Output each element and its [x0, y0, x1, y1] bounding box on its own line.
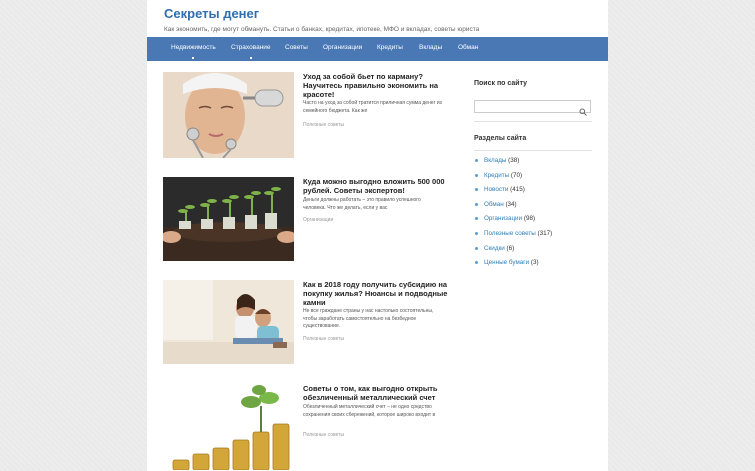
bullet-icon — [475, 217, 478, 221]
bullet-icon — [475, 159, 478, 162]
post-thumbnail[interactable] — [163, 177, 294, 263]
category-item[interactable]: Вклады (38) — [474, 157, 552, 172]
nav-label: Обман — [458, 44, 479, 51]
category-item[interactable]: Скидки (6) — [474, 245, 552, 260]
nav-label: Страхование — [231, 44, 271, 51]
nav-label: Кредиты — [377, 44, 403, 51]
nav-item-fraud[interactable]: Обман — [458, 37, 478, 61]
bullet-icon — [475, 246, 478, 250]
category-count: (70) — [510, 171, 523, 179]
nav-label: Организации — [323, 44, 363, 51]
bullet-icon — [475, 231, 478, 235]
nav-label: Советы — [285, 44, 308, 51]
post-thumbnail[interactable] — [163, 72, 294, 158]
nav-label: Недвижимость — [171, 44, 216, 51]
post-title[interactable]: Куда можно выгодно вложить 500 000 рубле… — [303, 177, 448, 195]
bullet-icon — [475, 261, 478, 265]
category-item[interactable]: Полезные советы (317) — [474, 230, 552, 245]
nav-item-credits[interactable]: Кредиты — [377, 37, 403, 61]
submenu-indicator-icon — [192, 57, 195, 59]
category-link[interactable]: Скидки — [484, 245, 505, 252]
category-item[interactable]: Ценные бумаги (3) — [474, 259, 552, 274]
category-count: (415) — [510, 186, 525, 194]
post-category-link[interactable]: Полезные советы — [303, 336, 344, 342]
post-title[interactable]: Уход за собой бьет по карману? Научитесь… — [303, 72, 448, 99]
nav-item-realty[interactable]: Недвижимость — [171, 37, 216, 61]
category-link[interactable]: Обман — [484, 201, 504, 208]
category-item[interactable]: Кредиты (70) — [474, 172, 552, 187]
category-item[interactable]: Организации (98) — [474, 215, 552, 230]
search-widget-title: Поиск по сайту — [474, 80, 528, 87]
site-header: Секреты денег Как экономить, где могут о… — [164, 6, 479, 33]
post-thumbnail[interactable] — [163, 280, 294, 366]
site-title[interactable]: Секреты денег — [164, 6, 479, 22]
nav-item-insurance[interactable]: Страхование — [231, 37, 271, 61]
post-excerpt: Деньги должны работать – это правило усп… — [303, 197, 421, 211]
submenu-indicator-icon — [249, 57, 252, 59]
category-count: (34) — [505, 200, 517, 208]
post-excerpt: Часто на уход за собой тратится прилична… — [303, 100, 442, 114]
divider — [474, 150, 592, 151]
category-link[interactable]: Вклады — [484, 157, 506, 164]
category-count: (38) — [508, 157, 520, 164]
post-excerpt: Не все граждане страны у нас настолько с… — [303, 308, 434, 329]
bullet-icon — [475, 188, 478, 192]
post-category-link[interactable]: Полезные советы — [303, 432, 344, 438]
category-link[interactable]: Организации — [484, 215, 522, 222]
main-nav: Недвижимость Страхование Советы Организа… — [147, 37, 608, 61]
post-title[interactable]: Как в 2018 году получить субсидию на пок… — [303, 280, 448, 307]
category-link[interactable]: Новости — [484, 186, 508, 193]
bullet-icon — [475, 173, 478, 177]
category-link[interactable]: Полезные советы — [484, 230, 536, 237]
category-count: (98) — [523, 215, 536, 223]
nav-item-tips[interactable]: Советы — [285, 37, 308, 61]
category-count: (317) — [537, 229, 553, 237]
site-description: Как экономить, где могут обмануть. Стать… — [164, 26, 480, 33]
post-title[interactable]: Советы о том, как выгодно открыть обезли… — [303, 384, 448, 402]
nav-item-organizations[interactable]: Организации — [323, 37, 362, 61]
category-count: (6) — [506, 244, 515, 252]
post-category-link[interactable]: Полезные советы — [303, 122, 344, 128]
post-category-link[interactable]: Организации — [303, 217, 333, 223]
categories-list: Вклады (38) Кредиты (70) Новости (415) О… — [474, 157, 552, 274]
divider — [474, 121, 592, 122]
post-thumbnail[interactable] — [163, 384, 294, 470]
bullet-icon — [475, 202, 478, 206]
nav-item-deposits[interactable]: Вклады — [419, 37, 442, 61]
categories-widget-title: Разделы сайта — [474, 135, 527, 142]
search-input[interactable] — [474, 100, 591, 116]
category-count: (3) — [530, 259, 539, 267]
category-link[interactable]: Ценные бумаги — [484, 259, 529, 266]
nav-label: Вклады — [419, 44, 443, 51]
post-excerpt: Обезличенный металлический счет – не одн… — [303, 404, 436, 418]
category-link[interactable]: Кредиты — [484, 172, 509, 179]
category-item[interactable]: Новости (415) — [474, 186, 552, 201]
search-icon[interactable] — [579, 103, 587, 116]
category-item[interactable]: Обман (34) — [474, 201, 552, 216]
